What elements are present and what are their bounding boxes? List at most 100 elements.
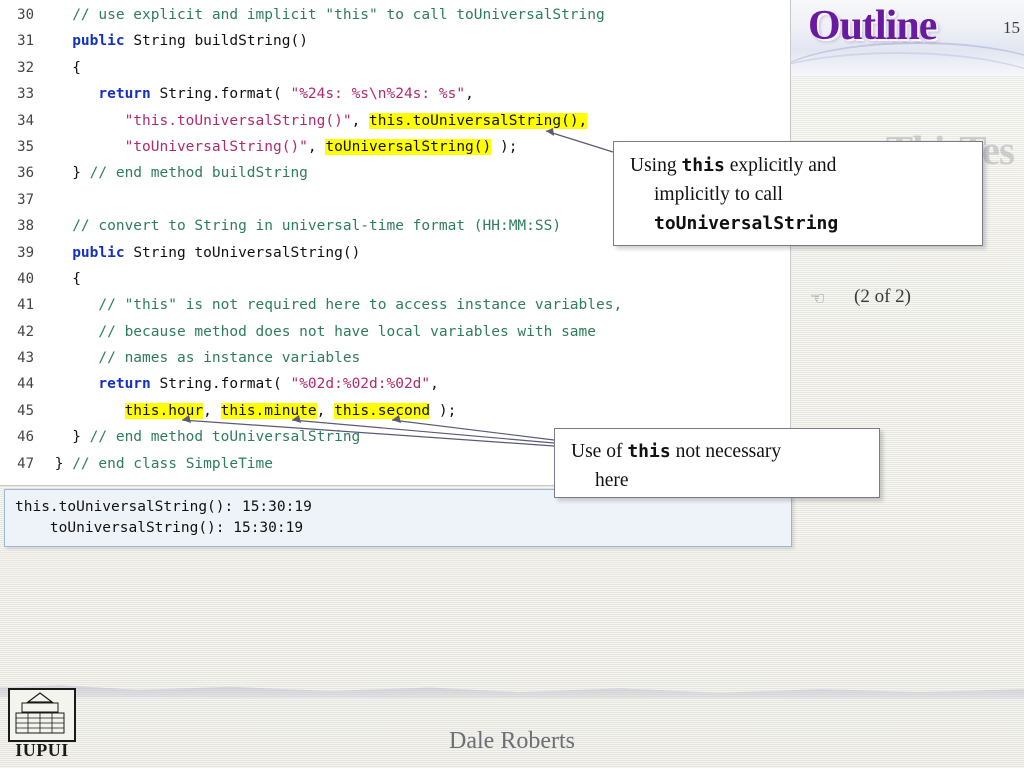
code-token: "%24s: %s\n%24s: %s" bbox=[290, 86, 466, 103]
code-line-number: 34 bbox=[17, 112, 34, 129]
code-line-number: 35 bbox=[17, 138, 34, 155]
code-line: 40 { bbox=[0, 266, 790, 292]
code-line: 33 return String.format( "%24s: %s\n%24s… bbox=[0, 81, 790, 107]
code-line: 43 // names as instance variables bbox=[0, 345, 790, 371]
code-token: ); bbox=[430, 402, 457, 419]
logo-emblem-icon bbox=[8, 688, 76, 742]
code-token: String bbox=[133, 33, 186, 50]
part-indicator-label: (2 of 2) bbox=[854, 286, 911, 307]
code-token: // end method toUniversalString bbox=[89, 429, 361, 446]
callout-one-line-2: implicitly to call bbox=[654, 184, 783, 205]
code-line-number: 40 bbox=[17, 270, 34, 287]
code-token: ); bbox=[491, 138, 518, 155]
code-line-number: 44 bbox=[17, 376, 34, 393]
callout-two-line-1-prefix: Use of bbox=[571, 441, 628, 462]
code-line-number: 33 bbox=[17, 86, 34, 103]
code-token: "%02d:%02d:%02d" bbox=[290, 376, 431, 393]
code-line: 44 return String.format( "%02d:%02d:%02d… bbox=[0, 371, 790, 397]
code-line-number: 47 bbox=[17, 455, 34, 472]
title-banner: Outline bbox=[788, 0, 1024, 76]
code-token: // end method buildString bbox=[89, 165, 308, 182]
code-line-number: 41 bbox=[17, 297, 34, 314]
callout-two-line-1: Use of this not necessary bbox=[555, 429, 879, 466]
code-token: String.format( bbox=[150, 376, 291, 393]
code-line-number: 46 bbox=[17, 429, 34, 446]
presenter-name: Dale Roberts bbox=[449, 728, 575, 754]
code-token: // end class SimpleTime bbox=[72, 455, 273, 472]
callout-one-line-1-prefix: Using bbox=[630, 155, 682, 176]
code-token: return bbox=[98, 376, 151, 393]
code-line-number: 43 bbox=[17, 350, 34, 367]
slide-title: Outline bbox=[808, 3, 937, 49]
code-token: , bbox=[351, 112, 370, 129]
code-token: this.minute bbox=[220, 402, 317, 419]
callout-one-keyword: this bbox=[681, 155, 725, 176]
code-token: , bbox=[203, 402, 221, 419]
callout-two-keyword: this bbox=[627, 441, 671, 462]
code-line-number: 32 bbox=[17, 59, 34, 76]
code-token: , bbox=[430, 376, 439, 393]
callout-this-explicit-implicit: Using this explicitly and implicitly to … bbox=[613, 141, 983, 246]
code-line-number: 45 bbox=[17, 402, 34, 419]
code-token: // use explicit and implicit "this" to c… bbox=[72, 7, 605, 23]
code-token: this.hour bbox=[124, 402, 204, 419]
code-token: public bbox=[72, 33, 125, 50]
slide-number: 15 bbox=[1003, 18, 1020, 37]
code-token: toUniversalString() bbox=[325, 138, 492, 155]
code-token: // names as instance variables bbox=[98, 350, 361, 367]
code-token: , bbox=[316, 402, 335, 419]
code-token: // because method does not have local va… bbox=[98, 323, 596, 340]
iupui-logo: IUPUI bbox=[8, 688, 76, 760]
code-token: } bbox=[46, 429, 90, 446]
code-line-number: 31 bbox=[17, 33, 34, 50]
callout-two-line-2: here bbox=[595, 470, 629, 491]
code-token: { bbox=[46, 270, 81, 287]
code-token: this.toUniversalString(), bbox=[369, 112, 588, 129]
code-line: 30 // use explicit and implicit "this" t… bbox=[0, 2, 790, 28]
logo-building-icon bbox=[15, 692, 65, 734]
code-line-number: 39 bbox=[17, 244, 34, 261]
code-token: , bbox=[465, 86, 474, 103]
code-token: return bbox=[98, 86, 151, 103]
callout-this-not-necessary: Use of this not necessary here bbox=[554, 428, 880, 498]
code-line: 45 this.hour, this.minute, this.second )… bbox=[0, 398, 790, 424]
code-token: } bbox=[46, 165, 90, 182]
code-line: 42 // because method does not have local… bbox=[0, 319, 790, 345]
code-token: public bbox=[72, 244, 125, 261]
callout-one-line-1-suffix: explicitly and bbox=[724, 155, 837, 176]
code-token: this.second bbox=[334, 402, 431, 419]
code-line-number: 37 bbox=[17, 191, 34, 208]
code-token: String toUniversalString() bbox=[124, 244, 361, 261]
pointing-hand-icon: ☜ bbox=[810, 289, 826, 308]
code-token: "toUniversalString()" bbox=[124, 138, 308, 155]
code-line-number: 38 bbox=[17, 218, 34, 235]
code-token: { bbox=[46, 59, 81, 76]
code-token: // "this" is not required here to access… bbox=[98, 297, 623, 314]
code-token: , bbox=[307, 138, 326, 155]
code-token: String.format( bbox=[150, 86, 291, 103]
code-line-number: 30 bbox=[17, 7, 34, 23]
callout-two-line-1-suffix: not necessary bbox=[670, 441, 782, 462]
code-token: buildString() bbox=[185, 33, 308, 50]
code-line: 41 // "this" is not required here to acc… bbox=[0, 292, 790, 318]
code-line-number: 42 bbox=[17, 323, 34, 340]
code-token: } bbox=[46, 455, 73, 472]
code-line: 32 { bbox=[0, 55, 790, 81]
callout-one-line-3: toUniversalString bbox=[654, 213, 839, 234]
code-token: "this.toUniversalString()" bbox=[124, 112, 352, 129]
callout-one-line-1: Using this explicitly and bbox=[614, 142, 982, 180]
code-line-number: 36 bbox=[17, 165, 34, 182]
logo-label: IUPUI bbox=[15, 740, 69, 760]
code-token: // convert to String in universal-time f… bbox=[72, 218, 562, 235]
